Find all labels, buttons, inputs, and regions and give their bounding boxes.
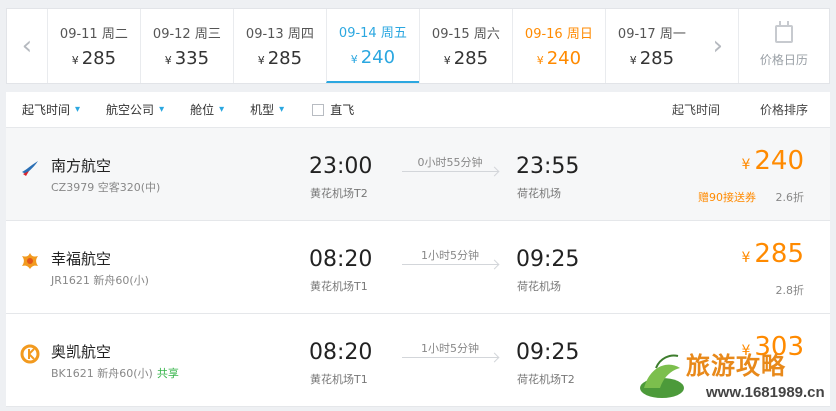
chevron-right-icon: › [712,31,724,61]
date-price: ¥285 [71,48,117,69]
departure-time: 08:20 [309,247,373,272]
codeshare-badge: 共享 [156,367,179,380]
date-selector: ‹ 09-11 周二 ¥285 09-12 周三 ¥335 09-13 周四 ¥… [6,8,830,84]
prev-dates-button[interactable]: ‹ [7,9,47,83]
price-calendar-label: 价格日历 [759,52,808,67]
duration-arrow-icon [402,264,498,265]
date-price: ¥240 [350,47,396,68]
date-tab-0914-selected[interactable]: 09-14 周五 ¥240 [325,9,419,83]
airline-name: 南方航空 [51,157,112,175]
airline-name: 奥凯航空 [51,343,112,361]
flight-price[interactable]: ¥285 [741,239,804,269]
date-price: ¥335 [164,48,210,69]
chevron-down-icon: ▾ [279,104,285,115]
departure-airport: 黄花机场T1 [310,373,368,386]
calendar-icon [774,20,793,43]
date-tab-0916-lowest[interactable]: 09-16 周日 ¥240 [511,9,605,83]
date-list: 09-11 周二 ¥285 09-12 周三 ¥335 09-13 周四 ¥28… [46,9,698,83]
flight-duration: 1小时5分钟 [421,249,479,262]
date-label: 09-16 周日 [524,27,593,42]
date-price: ¥285 [443,48,489,69]
filter-bar: 起飞时间 ▾ 航空公司 ▾ 舱位 ▾ 机型 ▾ 直飞 起飞时间 价格排序 [6,92,830,128]
sort-by-price[interactable]: 价格排序 [760,101,808,118]
filter-aircraft[interactable]: 机型 ▾ [250,101,284,118]
airline-name: 幸福航空 [51,250,112,268]
arrival-airport: 荷花机场 [517,280,561,293]
date-tab-0915[interactable]: 09-15 周六 ¥285 [418,9,512,83]
arrival-time: 09:25 [516,247,580,272]
next-dates-button[interactable]: › [698,9,738,83]
chevron-down-icon: ▾ [219,104,225,115]
date-tab-0912[interactable]: 09-12 周三 ¥335 [139,9,233,83]
date-label: 09-17 周一 [617,27,686,42]
filter-depart-time[interactable]: 起飞时间 ▾ [22,101,80,118]
direct-flight-checkbox[interactable]: 直飞 [312,101,354,118]
date-price: ¥285 [257,48,303,69]
flight-number: BK1621 新舟60(小) 共享 [51,367,179,380]
date-label: 09-11 周二 [59,27,128,42]
departure-time: 23:00 [309,154,373,179]
date-tab-0913[interactable]: 09-13 周四 ¥285 [232,9,326,83]
flight-row[interactable]: 幸福航空 JR1621 新舟60(小) 08:20 黄花机场T1 1小时5分钟 … [6,221,830,314]
date-label: 09-12 周三 [152,27,221,42]
filter-cabin[interactable]: 舱位 ▾ [190,101,224,118]
china-southern-logo-icon [22,161,38,176]
flight-number: CZ3979 空客320(中) [51,181,161,194]
departure-airport: 黄花机场T2 [310,187,368,200]
date-tab-0917[interactable]: 09-17 周一 ¥285 [604,9,698,83]
duration-arrow-icon [402,171,498,172]
chevron-down-icon: ▾ [75,104,81,115]
watermark-url: www.1681989.cn [706,384,825,401]
duration-arrow-icon [402,357,498,358]
flight-row[interactable]: 南方航空 CZ3979 空客320(中) 23:00 黄花机场T2 0小时55分… [6,128,830,221]
flight-duration: 0小时55分钟 [417,156,483,169]
sort-options: 起飞时间 价格排序 [672,101,830,118]
departure-time: 08:20 [309,340,373,365]
arrival-time: 23:55 [516,154,580,179]
discount-label: 2.8折 [775,284,805,297]
arrival-airport: 荷花机场 [517,187,561,200]
date-price: ¥240 [536,48,582,69]
watermark-title: 旅游攻略 [686,351,786,380]
flight-duration: 1小时5分钟 [421,342,479,355]
arrival-airport: 荷花机场T2 [517,373,575,386]
date-price: ¥285 [629,48,675,69]
okay-airways-logo-icon [20,344,40,364]
discount-label: 2.6折 [775,191,805,204]
watermark-logo-icon [640,354,684,398]
site-watermark: 旅游攻略 www.1681989.cn [636,346,832,408]
date-tab-0911[interactable]: 09-11 周二 ¥285 [46,9,140,83]
joy-air-logo-icon [22,253,38,269]
date-label: 09-14 周五 [338,26,407,41]
chevron-left-icon: ‹ [21,31,33,61]
flight-number: JR1621 新舟60(小) [51,274,149,287]
promo-badge: 赠90接送券 [698,191,756,204]
date-label: 09-15 周六 [431,27,500,42]
filter-airline[interactable]: 航空公司 ▾ [106,101,164,118]
date-label: 09-13 周四 [245,27,314,42]
departure-airport: 黄花机场T1 [310,280,368,293]
checkbox-box [312,103,325,116]
arrival-time: 09:25 [516,340,580,365]
price-calendar-button[interactable]: 价格日历 [737,9,829,83]
chevron-down-icon: ▾ [159,104,165,115]
flight-price[interactable]: ¥240 [741,146,804,176]
sort-by-depart-time[interactable]: 起飞时间 [672,101,720,118]
